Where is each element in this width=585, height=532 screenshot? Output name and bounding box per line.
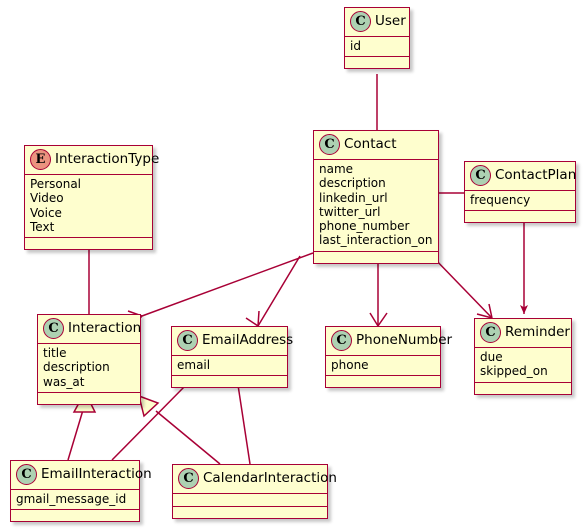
attribute: gmail_message_id bbox=[16, 492, 127, 506]
class-icon: C bbox=[16, 464, 37, 485]
class-attributes-phonenumber: phone bbox=[326, 356, 440, 377]
edge-calendarinteraction-interaction bbox=[155, 410, 221, 465]
class-icon: C bbox=[470, 165, 491, 186]
class-attributes-calendarinteraction bbox=[173, 494, 327, 507]
inheritance-triangle-calendarinteraction bbox=[137, 394, 160, 418]
class-node-emailinteraction[interactable]: C EmailInteraction gmail_message_id bbox=[10, 460, 152, 523]
attribute: name bbox=[319, 162, 354, 176]
class-icon: C bbox=[480, 322, 501, 343]
class-attributes-contact: name description linkedin_url twitter_ur… bbox=[314, 160, 438, 252]
class-icon: C bbox=[178, 468, 199, 489]
attribute: Voice bbox=[30, 205, 62, 220]
class-header-calendarinteraction: C CalendarInteraction bbox=[173, 465, 337, 494]
class-title-contactplan: ContactPlan bbox=[495, 167, 577, 184]
class-header-phonenumber: C PhoneNumber bbox=[326, 327, 452, 356]
class-header-user: C User bbox=[345, 8, 409, 37]
class-attributes-interaction: title description was_at bbox=[38, 344, 140, 393]
enum-values-interactiontype: Personal Video Voice Text bbox=[25, 175, 152, 239]
class-title-phonenumber: PhoneNumber bbox=[356, 332, 453, 349]
class-title-user: User bbox=[375, 13, 406, 30]
edge-contact-interaction bbox=[141, 252, 314, 317]
class-header-emailinteraction: C EmailInteraction bbox=[11, 461, 152, 490]
class-header-reminder: C Reminder bbox=[475, 319, 571, 348]
class-methods-user bbox=[345, 57, 409, 68]
class-title-reminder: Reminder bbox=[505, 324, 570, 341]
enum-node-interactiontype[interactable]: E InteractionType Personal Video Voice T… bbox=[24, 145, 159, 251]
edge-emailinteraction-interaction bbox=[67, 409, 84, 461]
class-methods-contactplan bbox=[465, 211, 575, 222]
edge-contact-reminder-arrowhead bbox=[476, 303, 493, 319]
class-icon: C bbox=[43, 318, 64, 339]
attribute: Text bbox=[30, 219, 55, 234]
class-attributes-reminder: due skipped_on bbox=[475, 348, 571, 383]
class-title-interaction: Interaction bbox=[68, 320, 142, 337]
attribute: Video bbox=[30, 191, 64, 206]
attribute: email bbox=[177, 358, 211, 372]
class-icon: C bbox=[177, 330, 198, 351]
attribute: frequency bbox=[470, 193, 531, 207]
class-attributes-contactplan: frequency bbox=[465, 191, 575, 212]
class-methods-contact bbox=[314, 252, 438, 263]
class-diagram-canvas: C User id C Contact name description lin… bbox=[0, 0, 585, 532]
diagram-edges bbox=[67, 74, 528, 465]
enum-title-interactiontype: InteractionType bbox=[55, 151, 160, 168]
attribute: Personal bbox=[30, 177, 82, 191]
attribute: twitter_url bbox=[319, 204, 381, 219]
enum-header-interactiontype: E InteractionType bbox=[25, 146, 159, 175]
class-node-emailaddress[interactable]: C EmailAddress email bbox=[171, 326, 293, 389]
class-node-contact[interactable]: C Contact name description linkedin_url … bbox=[313, 130, 439, 264]
class-header-emailaddress: C EmailAddress bbox=[172, 327, 293, 356]
class-attributes-emailinteraction: gmail_message_id bbox=[11, 490, 139, 511]
class-node-reminder[interactable]: C Reminder due skipped_on bbox=[474, 318, 572, 395]
class-header-contactplan: C ContactPlan bbox=[465, 162, 577, 191]
class-attributes-emailaddress: email bbox=[172, 356, 287, 377]
attribute: skipped_on bbox=[480, 364, 548, 379]
class-header-interaction: C Interaction bbox=[38, 315, 142, 344]
class-node-interaction[interactable]: C Interaction title description was_at bbox=[37, 314, 141, 405]
enum-methods-interactiontype bbox=[25, 238, 152, 249]
class-icon: C bbox=[331, 330, 352, 351]
class-attributes-user: id bbox=[345, 37, 409, 58]
class-title-emailaddress: EmailAddress bbox=[202, 332, 294, 349]
class-header-contact: C Contact bbox=[314, 131, 438, 160]
attribute: linkedin_url bbox=[319, 190, 388, 205]
edge-contact-phonenumber-arrowhead bbox=[369, 312, 388, 327]
class-methods-calendarinteraction bbox=[173, 507, 327, 518]
edge-contact-emailaddress-arrowhead bbox=[245, 310, 260, 327]
attribute: was_at bbox=[43, 374, 85, 389]
class-node-calendarinteraction[interactable]: C CalendarInteraction bbox=[172, 464, 337, 519]
class-icon: C bbox=[350, 11, 371, 32]
attribute: due bbox=[480, 350, 503, 364]
attribute: title bbox=[43, 346, 67, 360]
edge-emailaddress-calendarinteraction bbox=[237, 384, 251, 465]
class-node-user[interactable]: C User id bbox=[344, 7, 410, 70]
class-methods-emailaddress bbox=[172, 376, 287, 387]
class-methods-emailinteraction bbox=[11, 510, 139, 521]
attribute: phone bbox=[331, 358, 369, 372]
class-node-contactplan[interactable]: C ContactPlan frequency bbox=[464, 161, 577, 224]
attribute: description bbox=[319, 176, 386, 191]
edge-contact-emailaddress bbox=[257, 255, 301, 327]
edge-contact-reminder bbox=[431, 255, 493, 319]
enum-icon: E bbox=[30, 149, 51, 170]
class-title-calendarinteraction: CalendarInteraction bbox=[203, 470, 337, 487]
class-node-phonenumber[interactable]: C PhoneNumber phone bbox=[325, 326, 452, 389]
class-methods-reminder bbox=[475, 383, 571, 394]
class-icon: C bbox=[319, 134, 340, 155]
class-title-emailinteraction: EmailInteraction bbox=[41, 466, 152, 483]
class-methods-phonenumber bbox=[326, 376, 440, 387]
attribute: phone_number bbox=[319, 219, 410, 234]
attribute: description bbox=[43, 360, 110, 375]
attribute: id bbox=[350, 39, 361, 53]
class-title-contact: Contact bbox=[344, 136, 397, 153]
class-methods-interaction bbox=[38, 393, 140, 404]
attribute: last_interaction_on bbox=[319, 233, 433, 248]
